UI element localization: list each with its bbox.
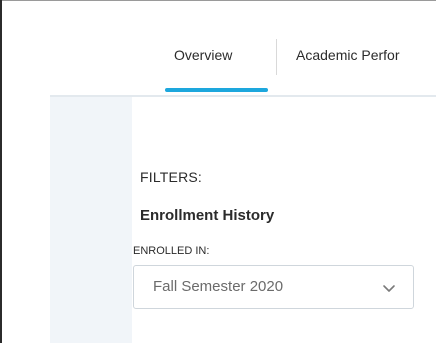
enrollment-history-title: Enrollment History: [140, 207, 275, 224]
active-tab-indicator: [165, 88, 268, 92]
enrolled-in-select[interactable]: Fall Semester 2020: [133, 265, 414, 309]
tab-overview[interactable]: Overview: [174, 47, 232, 63]
tab-academic-performance[interactable]: Academic Perfor: [296, 47, 399, 63]
window-left-border: [0, 0, 2, 343]
tab-divider: [276, 39, 277, 75]
chevron-down-icon: [383, 285, 395, 292]
tab-bar: Overview Academic Perfor: [50, 1, 436, 97]
enrolled-in-value: Fall Semester 2020: [153, 278, 284, 295]
side-rail: [50, 97, 132, 343]
filters-heading: FILTERS:: [140, 169, 203, 185]
enrolled-in-label: ENROLLED IN:: [133, 245, 210, 257]
